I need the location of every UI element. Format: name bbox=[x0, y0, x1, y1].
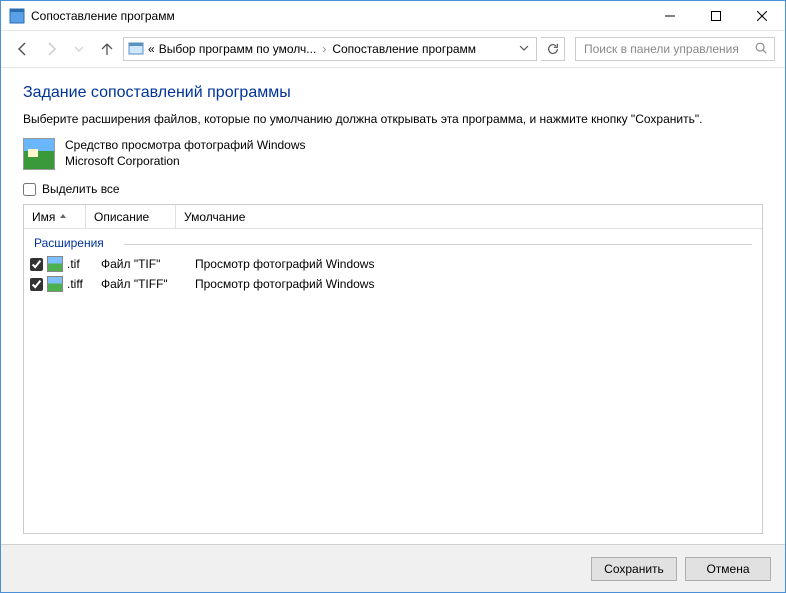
row-checkbox[interactable] bbox=[30, 258, 43, 271]
breadcrumb-part-1[interactable]: Выбор программ по умолч... bbox=[159, 42, 317, 56]
program-icon bbox=[23, 138, 55, 170]
close-button[interactable] bbox=[739, 1, 785, 31]
row-default: Просмотр фотографий Windows bbox=[195, 257, 756, 271]
save-button[interactable]: Сохранить bbox=[591, 557, 677, 581]
table-row[interactable]: .tif Файл "TIF" Просмотр фотографий Window… bbox=[24, 254, 762, 274]
row-extension: .tif bbox=[67, 257, 97, 271]
listview-group-header[interactable]: Расширения bbox=[24, 233, 762, 254]
breadcrumb-prefix: « bbox=[148, 42, 155, 56]
extensions-listview: Имя Описание Умолчание Расширения .tif Фа… bbox=[23, 204, 763, 534]
page-title: Задание сопоставлений программы bbox=[23, 84, 763, 102]
search-input[interactable] bbox=[582, 41, 754, 57]
bottom-bar: Сохранить Отмена bbox=[1, 544, 785, 592]
titlebar: Сопоставление программ bbox=[1, 1, 785, 31]
forward-button[interactable] bbox=[39, 37, 63, 61]
column-header-name-label: Имя bbox=[32, 210, 55, 224]
row-extension: .tiff bbox=[67, 277, 97, 291]
chevron-right-icon[interactable]: › bbox=[320, 42, 328, 56]
select-all-label: Выделить все bbox=[42, 182, 120, 196]
address-dropdown[interactable] bbox=[516, 42, 532, 56]
program-publisher: Microsoft Corporation bbox=[65, 154, 306, 170]
listview-body: Расширения .tif Файл "TIF" Просмотр фотогр… bbox=[24, 229, 762, 533]
instruction-text: Выберите расширения файлов, которые по у… bbox=[23, 112, 763, 126]
address-bar[interactable]: « Выбор программ по умолч... › Сопоставл… bbox=[123, 37, 537, 61]
row-default: Просмотр фотографий Windows bbox=[195, 277, 756, 291]
sort-indicator-icon bbox=[59, 210, 67, 224]
search-icon[interactable] bbox=[754, 41, 768, 58]
program-info: Средство просмотра фотографий Windows Mi… bbox=[23, 138, 763, 170]
row-checkbox[interactable] bbox=[30, 278, 43, 291]
up-button[interactable] bbox=[95, 37, 119, 61]
nav-toolbar: « Выбор программ по умолч... › Сопоставл… bbox=[1, 31, 785, 67]
listview-group-label: Расширения bbox=[34, 236, 104, 250]
table-row[interactable]: .tiff Файл "TIFF" Просмотр фотографий Wind… bbox=[24, 274, 762, 294]
content-area: Задание сопоставлений программы Выберите… bbox=[1, 68, 785, 544]
breadcrumb-part-2[interactable]: Сопоставление программ bbox=[332, 42, 476, 56]
file-type-icon bbox=[47, 276, 63, 292]
window-title: Сопоставление программ bbox=[31, 9, 175, 23]
row-description: Файл "TIFF" bbox=[101, 277, 191, 291]
column-header-name[interactable]: Имя bbox=[24, 205, 86, 228]
minimize-button[interactable] bbox=[647, 1, 693, 31]
select-all-row[interactable]: Выделить все bbox=[23, 182, 763, 196]
control-panel-icon bbox=[128, 41, 144, 57]
maximize-button[interactable] bbox=[693, 1, 739, 31]
listview-header: Имя Описание Умолчание bbox=[24, 205, 762, 229]
file-type-icon bbox=[47, 256, 63, 272]
refresh-button[interactable] bbox=[541, 37, 565, 61]
row-description: Файл "TIF" bbox=[101, 257, 191, 271]
column-header-description[interactable]: Описание bbox=[86, 205, 176, 228]
column-header-default[interactable]: Умолчание bbox=[176, 205, 762, 228]
cancel-button[interactable]: Отмена bbox=[685, 557, 771, 581]
program-name: Средство просмотра фотографий Windows bbox=[65, 138, 306, 154]
select-all-checkbox[interactable] bbox=[23, 183, 36, 196]
back-button[interactable] bbox=[11, 37, 35, 61]
recent-dropdown[interactable] bbox=[67, 37, 91, 61]
search-box[interactable] bbox=[575, 37, 775, 61]
window-icon bbox=[9, 8, 25, 24]
